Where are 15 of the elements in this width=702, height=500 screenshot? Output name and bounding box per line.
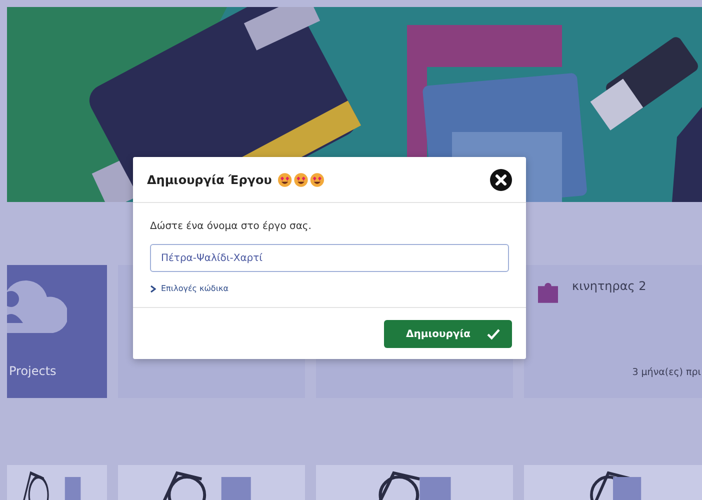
heart-eyes-emoji-icon [278, 172, 324, 186]
code-options-link[interactable]: Επιλογές κώδικα [150, 284, 229, 293]
dialog-title: Δημιουργία Έργου [147, 172, 272, 186]
dialog-prompt: Δώστε ένα όνομα στο έργο σας. [150, 221, 312, 232]
project-date: 3 μήνα(ες) πρι [632, 367, 701, 378]
card-label: Projects [9, 364, 58, 378]
close-button[interactable] [490, 168, 512, 190]
project-card[interactable]: κινητηρας 2 3 μήνα(ες) πρι [524, 265, 702, 398]
chevron-right-icon [150, 284, 156, 292]
puzzle-piece-icon [538, 281, 558, 303]
create-button[interactable]: Δημιουργία [384, 320, 512, 348]
project-name: κινητηρας 2 [572, 279, 646, 293]
check-icon [487, 328, 500, 340]
my-projects-card[interactable]: Projects [7, 265, 107, 398]
project-name-field[interactable]: Πέτρα-Ψαλίδι-Χαρτί [150, 244, 509, 272]
